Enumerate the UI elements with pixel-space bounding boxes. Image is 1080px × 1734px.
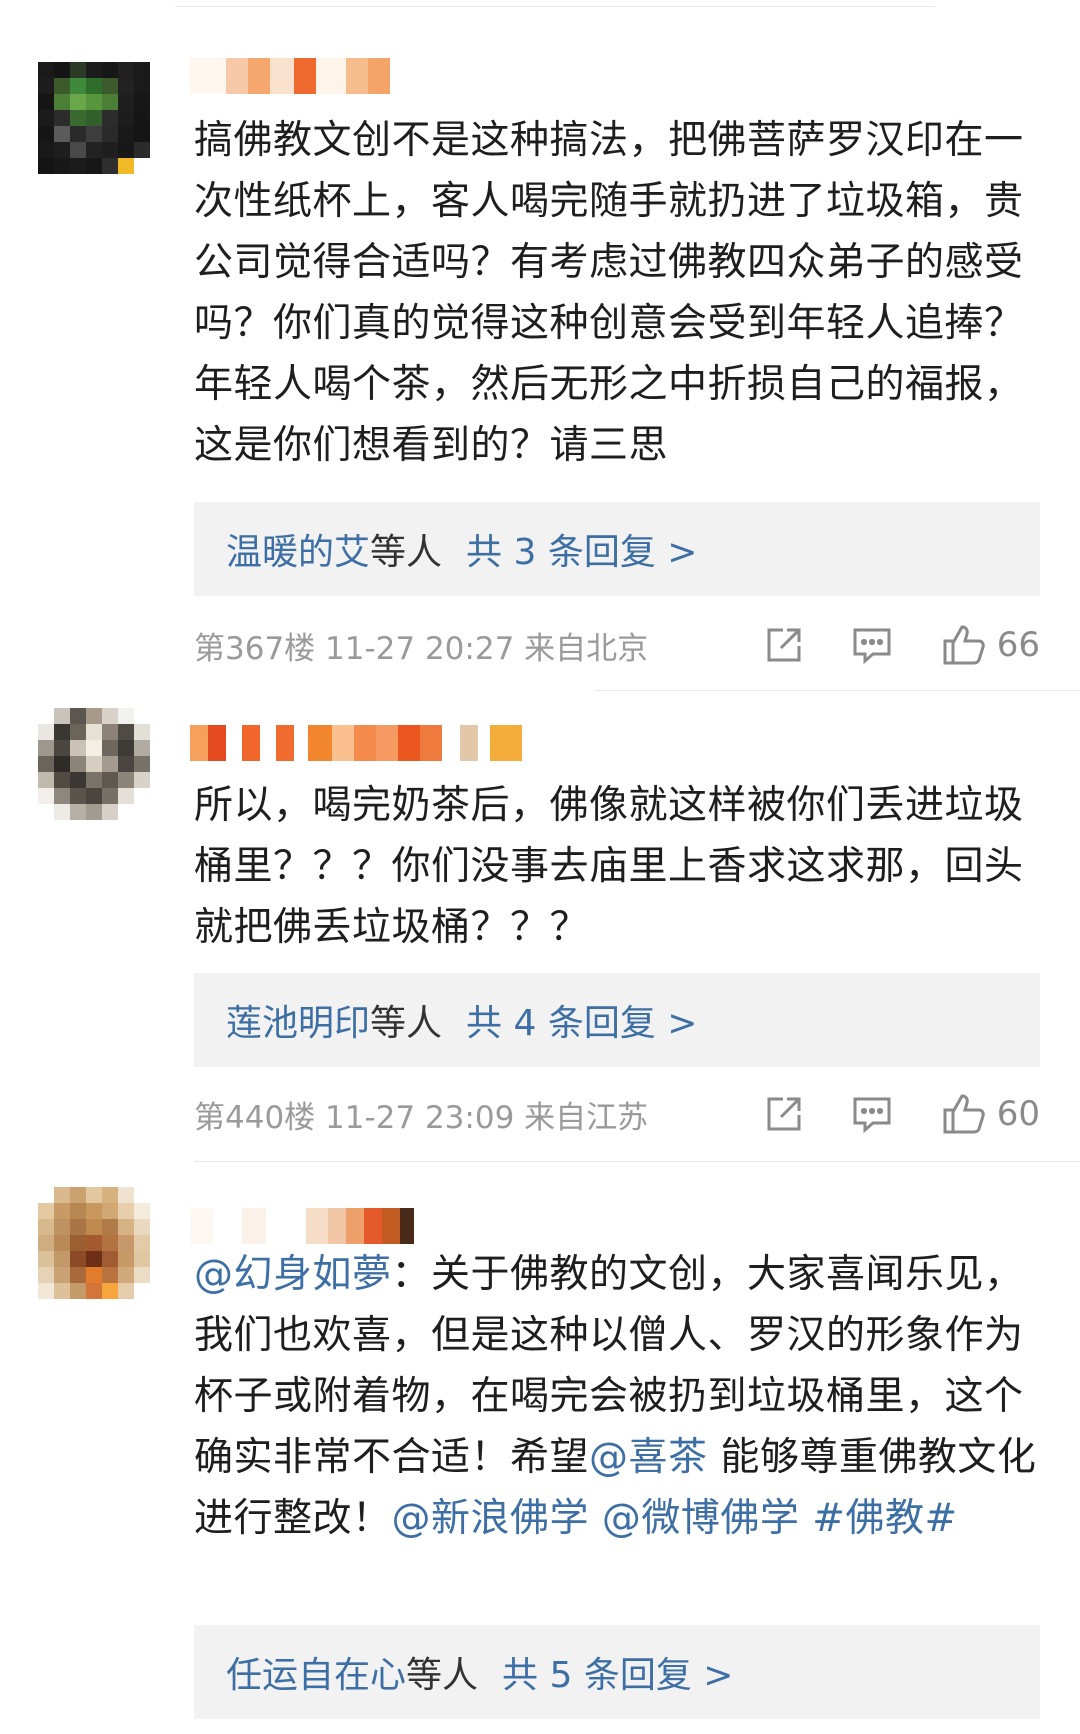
like-button[interactable]: 66 (941, 623, 1040, 667)
comment-text: @幻身如夢：关于佛教的文创，大家喜闻乐见，我们也欢喜，但是这种以僧人、罗汉的形象… (194, 1244, 1049, 1549)
replies-link[interactable]: 莲池明印 等人 共 4 条回复 > (194, 973, 1040, 1067)
reply-count[interactable]: 共 4 条回复 > (466, 994, 697, 1046)
mention-link[interactable]: @新浪佛学 @微博佛学 #佛教# (392, 1496, 958, 1541)
comment-meta: 第367楼 11-27 20:27 来自北京 66 (194, 620, 1040, 670)
reply-count[interactable]: 共 3 条回复 > (466, 523, 697, 575)
replies-link[interactable]: 任运自在心 等人 共 5 条回复 > (194, 1625, 1040, 1719)
floor-time-location: 第367楼 11-27 20:27 来自北京 (194, 630, 649, 667)
share-icon[interactable] (763, 624, 805, 666)
floor-time-location: 第440楼 11-27 23:09 来自江苏 (194, 1099, 649, 1136)
avatar[interactable] (38, 62, 150, 174)
username-blurred[interactable] (190, 58, 390, 94)
username-blurred[interactable] (190, 725, 522, 761)
avatar[interactable] (38, 708, 150, 820)
like-count: 66 (996, 625, 1040, 665)
reply-count[interactable]: 共 5 条回复 > (502, 1646, 733, 1698)
mention-link[interactable]: @喜茶 (589, 1435, 708, 1480)
avatar[interactable] (38, 1187, 150, 1299)
reply-suffix: 等人 (370, 1003, 443, 1044)
reply-user-name[interactable]: 任运自在心 (226, 1646, 406, 1698)
share-icon[interactable] (763, 1093, 805, 1135)
thumbs-up-icon (943, 1094, 985, 1134)
reply-user-name[interactable]: 莲池明印 (226, 994, 370, 1046)
comment-text-segment: 搞佛教文创不是这种搞法，把佛菩萨罗汉印在一次性纸杯上，客人喝完随手就扔进了垃圾箱… (194, 118, 1024, 468)
thumbs-up-icon (943, 625, 985, 665)
divider (595, 690, 1080, 691)
comment-text: 所以，喝完奶茶后，佛像就这样被你们丢进垃圾桶里？？？你们没事去庙里上香求这求那，… (194, 775, 1049, 958)
reply-suffix: 等人 (406, 1655, 479, 1696)
like-count: 60 (996, 1094, 1040, 1134)
replies-link[interactable]: 温暖的艾 等人 共 3 条回复 > (194, 502, 1040, 596)
comment-text-segment: 所以，喝完奶茶后，佛像就这样被你们丢进垃圾桶里？？？你们没事去庙里上香求这求那，… (194, 783, 1024, 950)
mention-link[interactable]: @幻身如夢 (194, 1252, 392, 1297)
comment-icon[interactable] (851, 1093, 893, 1135)
like-button[interactable]: 60 (941, 1092, 1040, 1136)
comment-meta: 第440楼 11-27 23:09 来自江苏 60 (194, 1089, 1040, 1139)
comment-icon[interactable] (851, 624, 893, 666)
divider (175, 6, 935, 7)
reply-user-name[interactable]: 温暖的艾 (226, 523, 370, 575)
reply-suffix: 等人 (370, 532, 443, 573)
comment-text: 搞佛教文创不是这种搞法，把佛菩萨罗汉印在一次性纸杯上，客人喝完随手就扔进了垃圾箱… (194, 110, 1049, 476)
username-blurred[interactable] (190, 1208, 414, 1244)
divider (194, 1161, 1080, 1162)
